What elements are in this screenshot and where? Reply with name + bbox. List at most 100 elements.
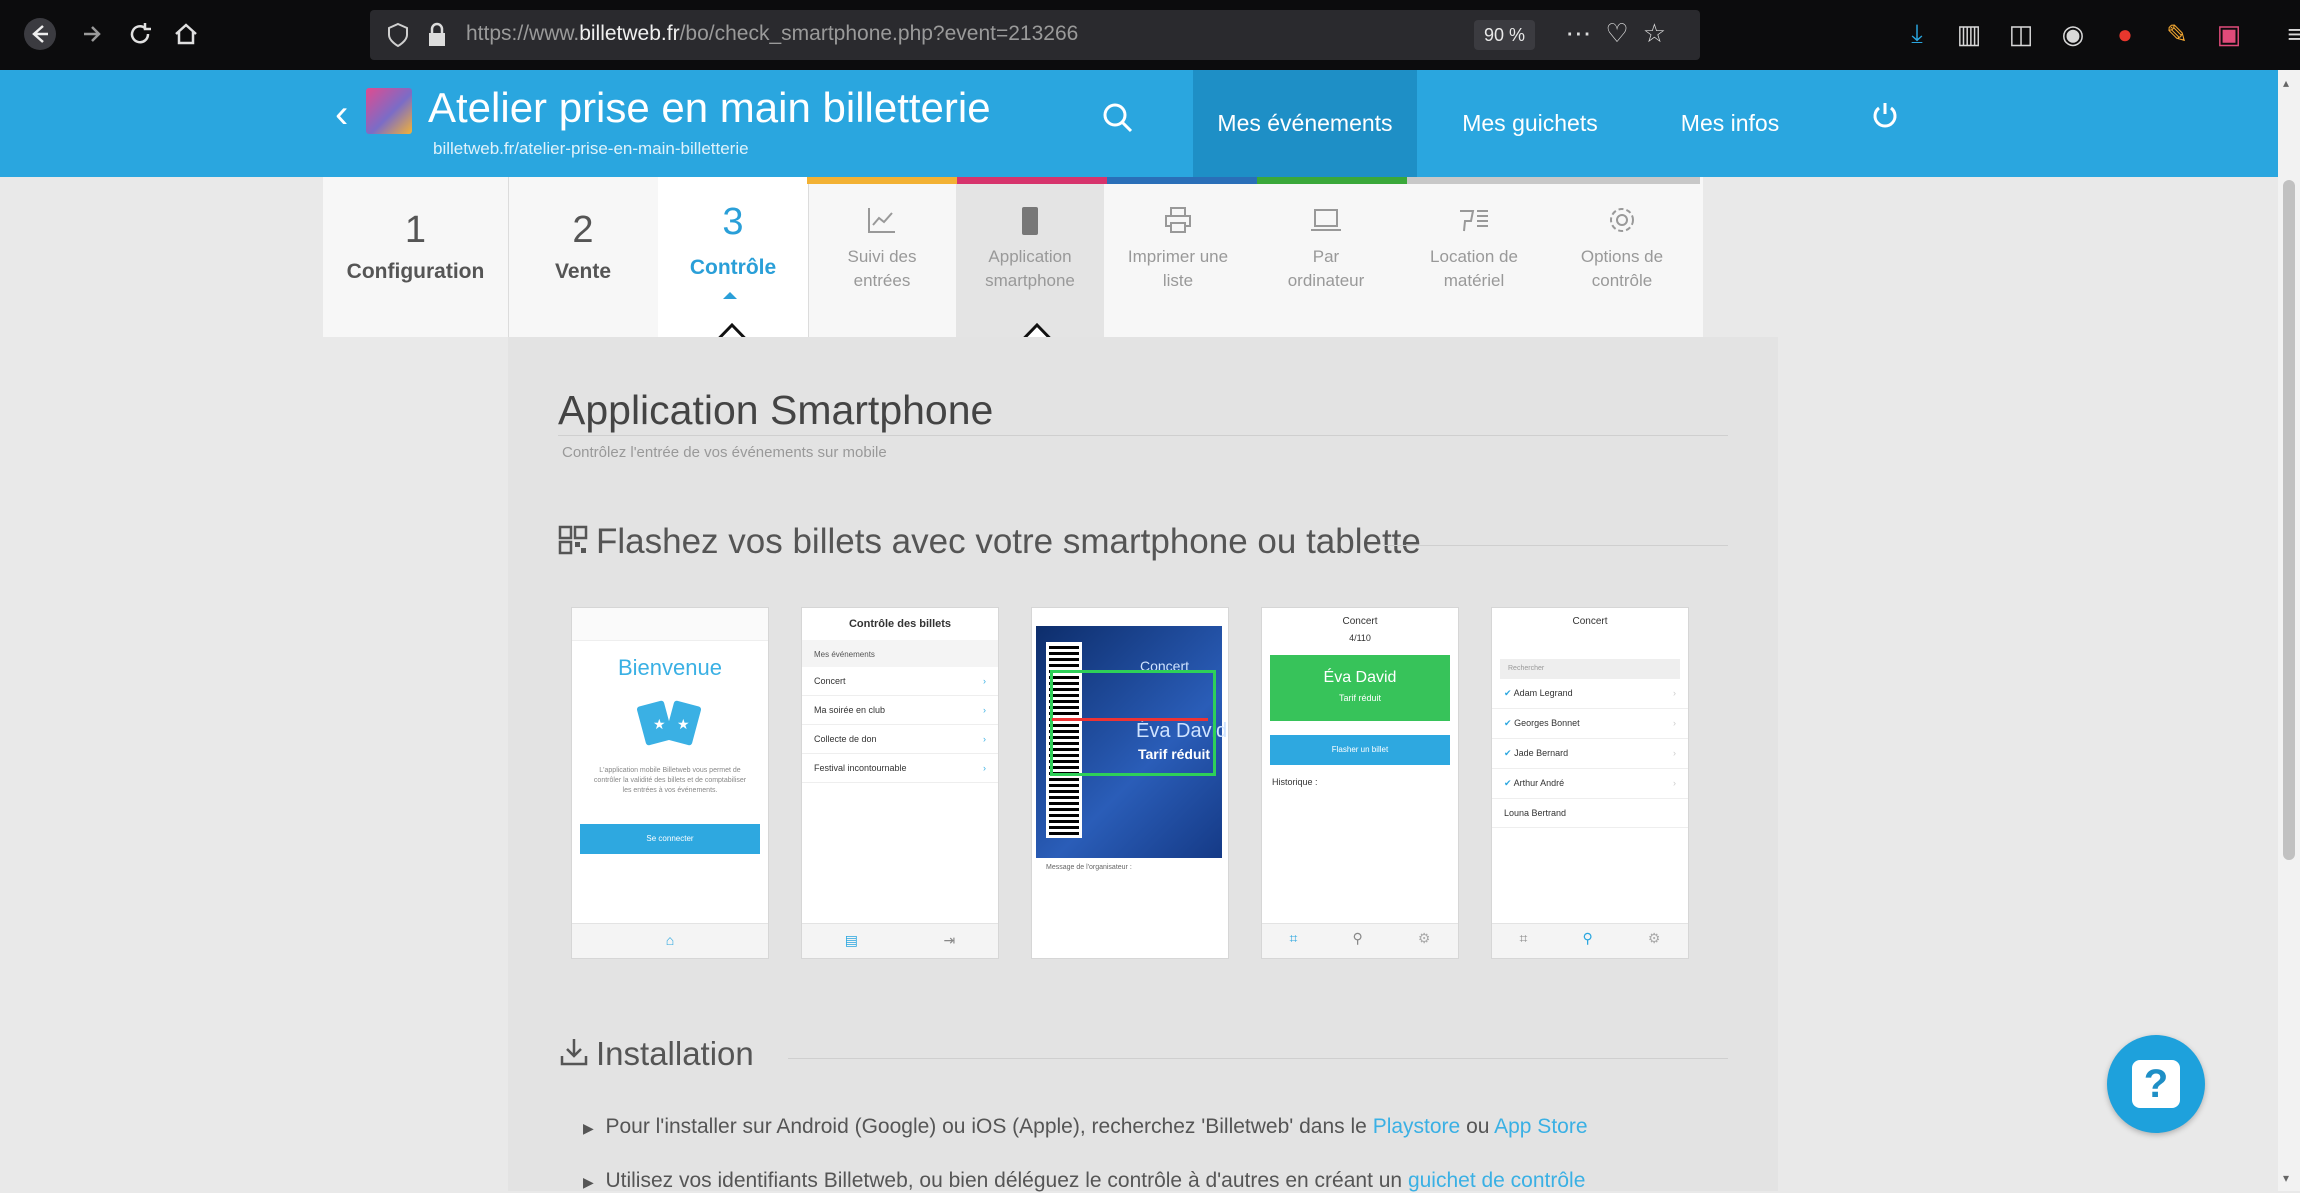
home-icon[interactable] [166, 14, 206, 54]
menu-icon[interactable]: ≡ [2278, 17, 2300, 51]
scroll-down-icon[interactable]: ▾ [2283, 1171, 2289, 1185]
step-vente[interactable]: 2 Vente [508, 177, 659, 337]
download-icon[interactable]: ⤓ [1900, 17, 1934, 51]
power-icon[interactable] [1870, 100, 1900, 139]
list-item: ✔ Arthur André › [1492, 769, 1688, 799]
chart-icon [808, 205, 956, 245]
divider [788, 1058, 1728, 1059]
logout-icon: ⇥ [943, 932, 956, 948]
install-icon [558, 1036, 590, 1076]
account-icon[interactable]: ◉ [2056, 17, 2090, 51]
playstore-link[interactable]: Playstore [1373, 1115, 1461, 1138]
tickets-icon: ★ ★ [572, 691, 768, 756]
extension-red-icon[interactable]: ● [2108, 17, 2142, 51]
event-url[interactable]: billetweb.fr/atelier-prise-en-main-bille… [433, 139, 749, 159]
forward-icon[interactable] [72, 14, 112, 54]
extension-orange-icon[interactable]: ✎ [2160, 17, 2194, 51]
settings-tab-icon: ⚙ [1647, 930, 1661, 946]
page-actions-icon[interactable]: ⋯ [1565, 18, 1605, 48]
back-icon[interactable] [18, 14, 62, 54]
list-item: Louna Bertrand [1492, 799, 1688, 828]
divider [1383, 545, 1728, 546]
search-tab-icon: ⚲ [1582, 930, 1593, 946]
valid-ticket-panel: Éva David Tarif réduit [1270, 655, 1450, 721]
appstore-link[interactable]: App Store [1494, 1115, 1587, 1138]
sidebar-icon[interactable]: ◫ [2004, 17, 2038, 51]
bullet-caret-icon: ▶ [583, 1174, 594, 1190]
tickets-tab-icon: ▤ [844, 932, 858, 948]
page-subtitle: Contrôlez l'entrée de vos événements sur… [562, 444, 887, 461]
url-text[interactable]: https://www.billetweb.fr/bo/check_smartp… [466, 22, 1078, 46]
color-strip [807, 177, 1700, 184]
app-screenshot-scan: Concert Éva David Tarif réduit Message d… [1031, 607, 1229, 959]
list-item: Concert › [802, 667, 998, 696]
divider [558, 435, 1728, 436]
gear-icon [1548, 205, 1696, 245]
list-item: Ma soirée en club › [802, 696, 998, 725]
substep-application-smartphone[interactable]: Application smartphone [956, 177, 1104, 337]
scroll-thumb[interactable] [2283, 180, 2295, 860]
qrcode-icon [558, 524, 588, 564]
app-screenshot-list: Concert Rechercher ✔ Adam Legrand › ✔ Geo… [1491, 607, 1689, 959]
lock-icon[interactable] [426, 22, 448, 53]
scan-line [1052, 718, 1208, 721]
substep-imprimer-liste[interactable]: Imprimer une liste [1104, 177, 1252, 337]
step-controle[interactable]: 3 Contrôle [658, 177, 809, 337]
substep-par-ordinateur[interactable]: Par ordinateur [1252, 177, 1400, 337]
welcome-text: L'application mobile Billetweb vous perm… [593, 767, 747, 794]
install-bullet: ▶ Pour l'installer sur Android (Google) … [583, 1115, 1588, 1138]
laptop-icon [1252, 205, 1400, 245]
credentials-bullet: ▶ Utilisez vos identifiants Billetweb, o… [583, 1169, 1586, 1192]
section-install-heading: Installation [558, 1035, 754, 1076]
shield-icon[interactable] [386, 22, 410, 53]
bookmark-star-icon[interactable]: ☆ [1643, 18, 1680, 48]
substep-location-materiel[interactable]: Location de matériel [1400, 177, 1548, 337]
help-button[interactable]: ? [2107, 1035, 2205, 1133]
list-item: Collecte de don › [802, 725, 998, 754]
pocket-icon[interactable]: ♡ [1605, 18, 1642, 48]
event-thumbnail[interactable] [366, 88, 412, 134]
event-title[interactable]: Atelier prise en main billetterie [428, 84, 991, 132]
page-title: Application Smartphone [558, 387, 994, 433]
list-item: Festival incontournable › [802, 754, 998, 783]
app-screenshot-welcome: Bienvenue ★ ★ L'application mobile Billet… [571, 607, 769, 959]
library-icon[interactable]: ▥ [1952, 17, 1986, 51]
site-header: ‹ Atelier prise en main billetterie bill… [0, 70, 2278, 177]
zoom-level[interactable]: 90 % [1473, 20, 1535, 50]
printer-icon [1104, 205, 1252, 245]
list-item: ✔ Jade Bernard › [1492, 739, 1688, 769]
search-icon[interactable] [1100, 100, 1140, 140]
nav-mes-guichets[interactable]: Mes guichets [1440, 70, 1620, 177]
nav-mes-evenements[interactable]: Mes événements [1193, 70, 1417, 177]
scroll-up-icon[interactable]: ▴ [2283, 76, 2289, 90]
scanner-icon [1400, 205, 1548, 245]
reload-icon[interactable] [120, 14, 160, 54]
bullet-caret-icon: ▶ [583, 1120, 594, 1136]
svg-text:★: ★ [653, 716, 666, 732]
list-item: ✔ Adam Legrand › [1492, 679, 1688, 709]
substep-suivi-entrees[interactable]: Suivi des entrées [808, 177, 956, 337]
home-icon: ⌂ [665, 932, 675, 948]
chevron-left-icon[interactable]: ‹ [335, 92, 348, 137]
browser-toolbar: https://www.billetweb.fr/bo/check_smartp… [0, 0, 2300, 70]
url-bar[interactable]: https://www.billetweb.fr/bo/check_smartp… [370, 10, 1700, 60]
pocket-extension-icon[interactable]: ▣ [2212, 17, 2246, 51]
smartphone-icon [956, 205, 1104, 245]
guichet-controle-link[interactable]: guichet de contrôle [1408, 1169, 1585, 1192]
active-step-caret [723, 292, 737, 299]
page-scrollbar[interactable]: ▴ ▾ [2278, 70, 2300, 1191]
section-flash-heading: Flashez vos billets avec votre smartphon… [558, 522, 1421, 564]
steps-bar: 1 Configuration 2 Vente 3 Contrôle Suivi… [323, 177, 1703, 337]
main-content: Application Smartphone Contrôlez l'entré… [508, 337, 1778, 1192]
search-tab-icon: ⚲ [1352, 930, 1363, 946]
welcome-title: Bienvenue [618, 655, 722, 680]
scan-tab-icon: ⌗ [1519, 930, 1528, 946]
login-button: Se connecter [580, 824, 760, 854]
nav-mes-infos[interactable]: Mes infos [1665, 70, 1795, 177]
step-configuration[interactable]: 1 Configuration [323, 177, 509, 337]
scan-tab-icon: ⌗ [1289, 930, 1298, 946]
svg-text:★: ★ [677, 716, 690, 732]
substep-options-controle[interactable]: Options de contrôle [1548, 177, 1696, 337]
app-screenshot-result: Concert 4/110 Éva David Tarif réduit Fla… [1261, 607, 1459, 959]
scan-frame [1050, 670, 1216, 776]
